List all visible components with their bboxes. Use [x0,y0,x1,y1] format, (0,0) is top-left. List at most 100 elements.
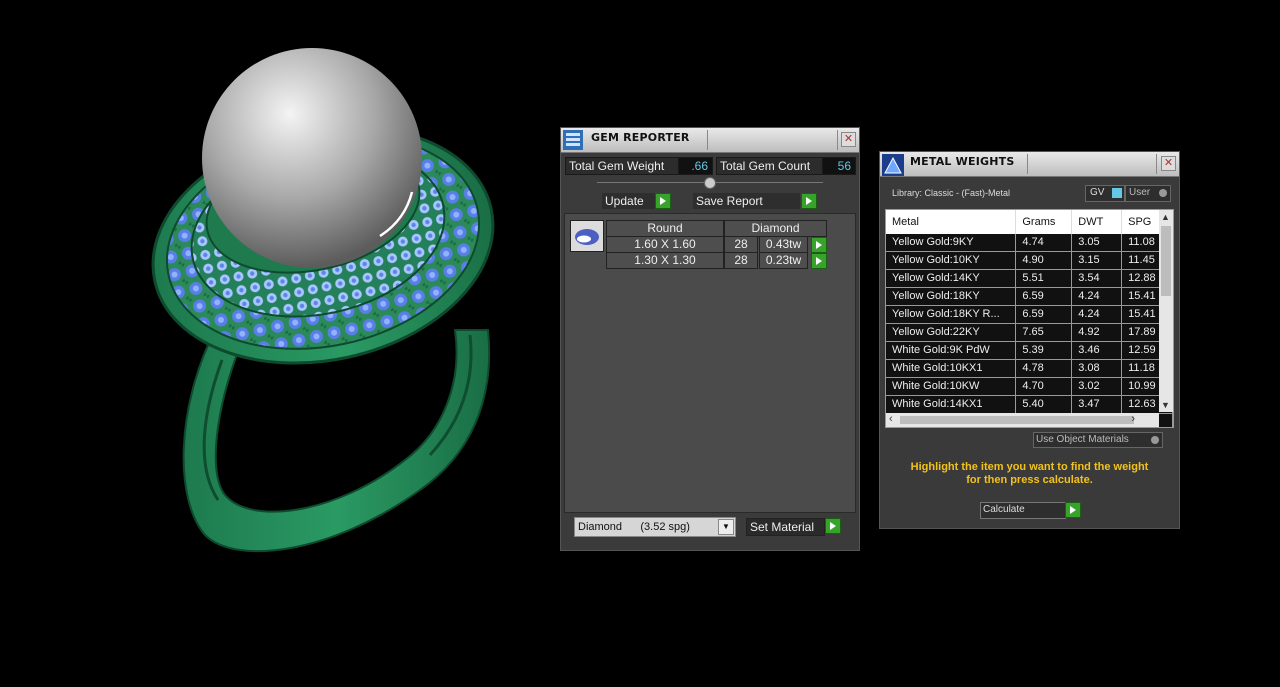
hint-line-2: for then press calculate. [966,474,1093,486]
table-row[interactable]: Yellow Gold:10KY 4.90 3.15 11.45 [886,251,1173,270]
table-cell: 3.05 [1071,234,1123,252]
metal-weights-panel: METAL WEIGHTS ✕ Library: Classic - (Fast… [879,151,1180,529]
table-cell: 6.59 [1015,287,1073,306]
gem-row-count: 28 [724,252,758,269]
table-row[interactable]: White Gold:14KX1 5.40 3.47 12.63 [886,395,1173,414]
set-material-button[interactable]: Set Material [746,518,825,536]
table-cell: White Gold:10KW [886,377,1017,396]
table-cell: Yellow Gold:18KY [886,287,1017,306]
scroll-thumb[interactable] [1161,226,1171,296]
use-object-materials-toggle[interactable]: Use Object Materials [1033,432,1163,448]
table-cell: 3.54 [1071,269,1123,288]
chevron-right-icon[interactable]: › [1131,413,1135,425]
total-gem-count-value: 56 [822,157,856,175]
table-cell: 5.51 [1015,269,1073,288]
table-cell: 3.15 [1071,251,1123,270]
gem-reporter-app-icon [563,130,583,150]
table-cell: 7.65 [1015,323,1073,342]
library-label: Library: Classic - (Fast)-Metal [892,188,1011,198]
gem-row-weight: 0.43tw [759,236,808,253]
gem-reporter-titlebar[interactable]: GEM REPORTER ✕ [561,128,859,153]
gv-indicator [1112,188,1122,198]
chevron-left-icon[interactable]: ‹ [889,413,893,425]
table-cell: 4.24 [1071,287,1123,306]
column-header[interactable]: Metal [886,210,1017,234]
gem-reporter-title: GEM REPORTER [591,131,690,144]
table-cell: White Gold:10KX1 [886,359,1017,378]
total-gem-weight-value: .66 [678,157,713,175]
table-cell: 3.08 [1071,359,1123,378]
table-cell: 4.24 [1071,305,1123,324]
table-cell: White Gold:14KX1 [886,395,1017,414]
table-cell: 6.59 [1015,305,1073,324]
calculate-button[interactable]: Calculate [980,502,1066,519]
table-cell: 3.47 [1071,395,1123,414]
calculate-label: Calculate [983,504,1025,515]
vertical-scrollbar[interactable]: ▲ ▼ [1159,210,1173,412]
chevron-up-icon[interactable]: ▲ [1161,212,1170,222]
table-row[interactable]: White Gold:9K PdW 5.39 3.46 12.59 [886,341,1173,360]
metal-weights-app-icon [882,154,904,176]
table-cell: Yellow Gold:22KY [886,323,1017,342]
round-gem-icon[interactable] [570,220,604,252]
table-cell: Yellow Gold:10KY [886,251,1017,270]
gem-row-size: 1.60 X 1.60 [606,236,724,253]
metal-weights-title: METAL WEIGHTS [910,155,1015,168]
metal-weights-titlebar[interactable]: METAL WEIGHTS ✕ [880,152,1179,177]
ring-model [151,48,495,553]
table-row[interactable]: Yellow Gold:18KY 6.59 4.24 15.41 [886,287,1173,306]
table-row[interactable]: Yellow Gold:22KY 7.65 4.92 17.89 [886,323,1173,342]
metal-weights-table[interactable]: Metal Grams DWT SPG Yellow Gold:9KY 4.74 3.05… [885,209,1174,428]
table-row[interactable]: White Gold:10KX1 4.78 3.08 11.18 [886,359,1173,378]
metal-weights-close-icon[interactable]: ✕ [1161,156,1176,171]
user-label: User [1129,187,1151,198]
chevron-down-icon[interactable]: ▼ [1161,400,1170,410]
save-report-go-icon[interactable] [801,193,817,209]
calculate-go-icon[interactable] [1065,502,1081,518]
total-gem-weight-label: Total Gem Weight [565,157,679,175]
gem-row-count: 28 [724,236,758,253]
gem-list[interactable]: Round Diamond 1.60 X 1.60 28 0.43tw 1.30… [564,213,856,513]
material-select[interactable]: Diamond (3.52 spg) ▼ [574,517,736,537]
column-header[interactable]: Grams [1015,210,1073,234]
table-row[interactable]: Yellow Gold:9KY 4.74 3.05 11.08 [886,234,1173,252]
hint-line-1: Highlight the item you want to find the … [910,461,1149,473]
gem-row-go-icon[interactable] [811,253,827,269]
table-cell: White Gold:9K PdW [886,341,1017,360]
table-row[interactable]: Yellow Gold:14KY 5.51 3.54 12.88 [886,269,1173,288]
table-cell: 4.74 [1015,234,1073,252]
gv-label: GV [1090,187,1105,198]
user-toggle[interactable]: User [1125,185,1171,202]
material-column-header: Diamond [724,220,827,237]
table-cell: Yellow Gold:18KY R... [886,305,1017,324]
table-row[interactable]: Yellow Gold:18KY R... 6.59 4.24 15.41 [886,305,1173,324]
gem-reporter-panel: GEM REPORTER ✕ Total Gem Weight .66 Tota… [560,127,860,551]
table-cell: Yellow Gold:14KY [886,269,1017,288]
chevron-down-icon[interactable]: ▼ [718,519,734,535]
use-object-materials-label: Use Object Materials [1036,434,1129,445]
scroll-thumb[interactable] [900,416,1134,424]
gem-row-weight: 0.23tw [759,252,808,269]
gem-row-go-icon[interactable] [811,237,827,253]
table-row[interactable]: White Gold:10KW 4.70 3.02 10.99 [886,377,1173,396]
table-header: Metal Grams DWT SPG [886,210,1173,234]
column-header[interactable]: DWT [1071,210,1123,234]
gem-reporter-close-icon[interactable]: ✕ [841,132,856,147]
total-gem-count-label: Total Gem Count [716,157,824,175]
save-report-button[interactable]: Save Report [693,193,800,209]
update-button[interactable]: Update [602,193,657,209]
table-cell: 3.46 [1071,341,1123,360]
material-select-value: Diamond (3.52 spg) [578,521,690,533]
collapse-icon[interactable] [704,177,716,189]
set-material-go-icon[interactable] [825,518,841,534]
gv-toggle[interactable]: GV [1085,185,1125,202]
gem-row-size: 1.30 X 1.30 [606,252,724,269]
table-cell: 5.39 [1015,341,1073,360]
user-indicator [1159,189,1167,197]
horizontal-scrollbar[interactable]: ‹ › [886,413,1159,427]
table-cell: 4.70 [1015,377,1073,396]
table-cell: 3.02 [1071,377,1123,396]
3d-viewport[interactable] [0,0,555,684]
table-cell: 4.92 [1071,323,1123,342]
update-go-icon[interactable] [655,193,671,209]
